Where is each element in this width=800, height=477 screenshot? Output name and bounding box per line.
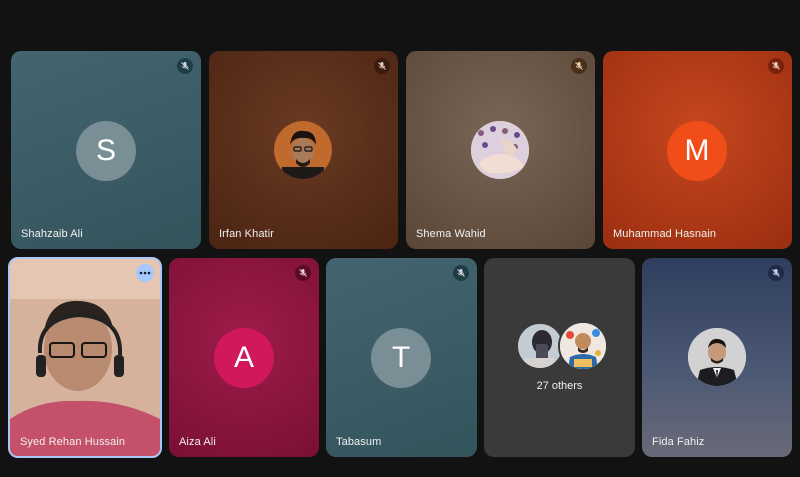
participant-tile-shema-wahid[interactable]: Shema Wahid [406,51,595,249]
participant-tile-syed-rehan-hussain[interactable]: Syed Rehan Hussain [8,257,162,458]
mic-off-icon [453,265,469,281]
mic-off-icon [768,265,784,281]
participant-tile-aiza-ali[interactable]: A Aiza Ali [169,258,319,457]
avatar-photo [274,121,332,179]
mic-off-icon [295,265,311,281]
avatar-photo [471,121,529,179]
participant-name: Muhammad Hasnain [613,228,717,240]
participant-tile-tabasum[interactable]: T Tabasum [326,258,477,457]
mic-off-icon [374,58,390,74]
participant-name: Tabasum [336,436,382,448]
participant-name: Syed Rehan Hussain [20,436,126,448]
others-count-label: 27 others [536,380,583,392]
mic-off-icon [768,58,784,74]
participant-tile-shahzaib-ali[interactable]: S Shahzaib Ali [11,51,201,249]
participant-name: Fida Fahiz [652,436,705,448]
avatar-photo [558,321,608,371]
mic-off-icon [571,58,587,74]
participant-name: Aiza Ali [179,436,216,448]
avatar-photo [516,322,564,370]
participant-tile-fida-fahiz[interactable]: Fida Fahiz [642,258,792,457]
avatar-initial: T [371,328,431,388]
mic-off-icon [177,58,193,74]
participant-name: Shahzaib Ali [21,228,83,240]
avatar-photo [688,328,746,386]
participant-name: Irfan Khatir [219,228,275,240]
avatar-initial: S [76,121,136,181]
participant-tile-irfan-khatir[interactable]: Irfan Khatir [209,51,398,249]
more-horizontal-icon[interactable] [136,264,154,282]
participant-name: Shema Wahid [416,228,486,240]
participant-tile-muhammad-hasnain[interactable]: M Muhammad Hasnain [603,51,792,249]
avatar-initial: A [214,328,274,388]
video-feed [10,259,160,456]
others-tile[interactable]: 27 others [484,258,635,457]
avatar-initial: M [667,121,727,181]
